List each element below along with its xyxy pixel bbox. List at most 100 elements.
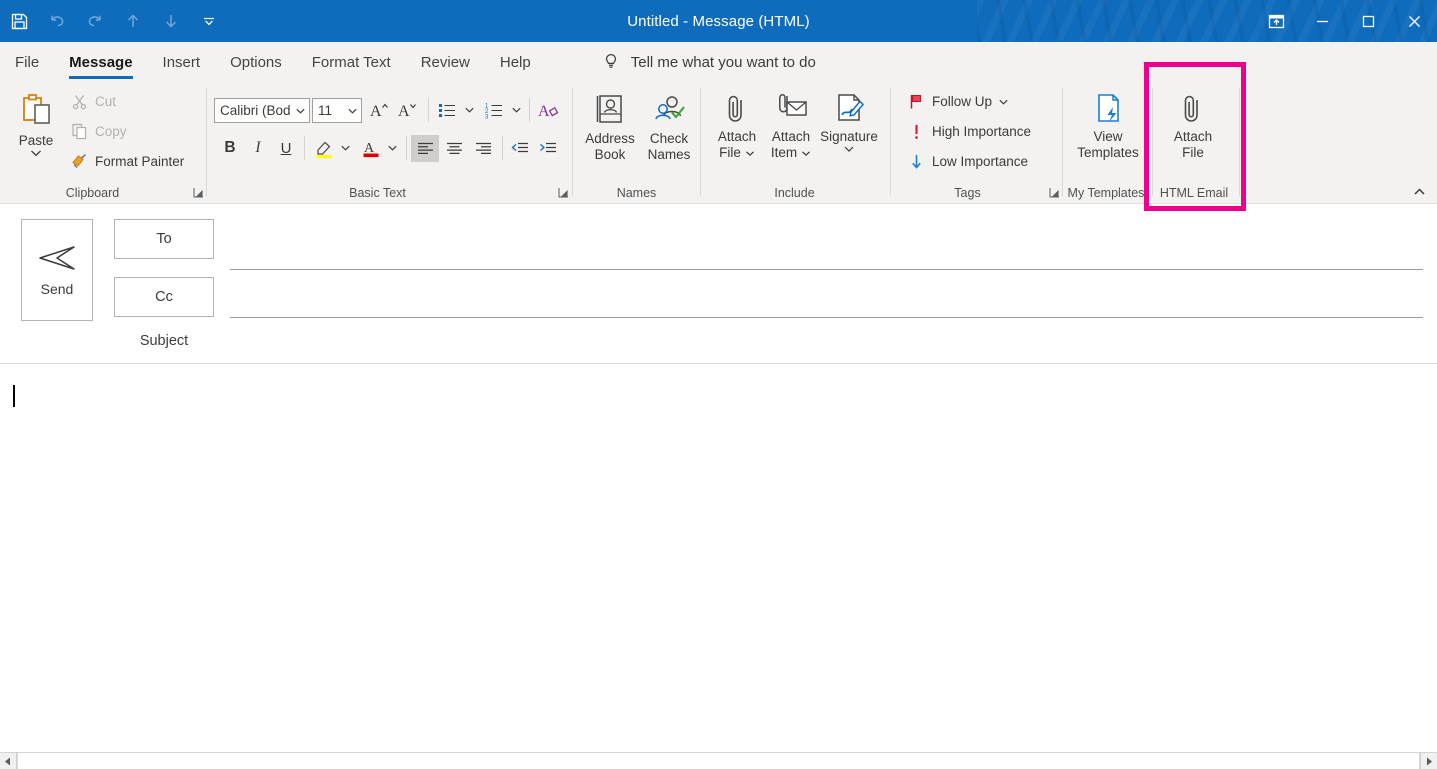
cut-button[interactable]: Cut xyxy=(66,88,120,115)
tab-insert[interactable]: Insert xyxy=(148,42,216,82)
previous-item-icon[interactable] xyxy=(114,1,152,41)
to-field-underline xyxy=(230,269,1423,270)
attach-file-html-email-button[interactable]: Attach File xyxy=(1162,88,1224,180)
message-body[interactable] xyxy=(0,364,1437,752)
italic-button[interactable]: I xyxy=(245,134,271,162)
window-controls xyxy=(1253,0,1437,42)
lightbulb-icon xyxy=(601,52,621,72)
tab-message[interactable]: Message xyxy=(54,42,147,82)
tab-help[interactable]: Help xyxy=(485,42,546,82)
clipboard-dialog-launcher[interactable] xyxy=(190,184,206,200)
save-icon[interactable] xyxy=(0,1,38,41)
collapse-ribbon-button[interactable] xyxy=(1408,182,1430,202)
font-name-chevron-down-icon[interactable] xyxy=(292,107,309,115)
next-item-icon[interactable] xyxy=(152,1,190,41)
group-label-tags: Tags xyxy=(954,185,981,200)
paperclip-icon xyxy=(720,92,754,126)
highlight-chevron-down-icon[interactable] xyxy=(337,134,353,162)
copy-button[interactable]: Copy xyxy=(66,118,131,145)
paste-chevron-down-icon[interactable] xyxy=(29,148,43,158)
attach-item-chevron-down-icon[interactable] xyxy=(801,150,811,157)
cut-icon xyxy=(70,92,89,111)
check-names-button[interactable]: Check Names xyxy=(642,88,696,180)
align-center-button[interactable] xyxy=(440,135,468,162)
subject-input[interactable] xyxy=(231,327,1422,355)
align-right-button[interactable] xyxy=(469,135,497,162)
font-size-combo[interactable]: 11 xyxy=(312,98,362,123)
to-button[interactable]: To xyxy=(114,219,214,259)
tell-me-search[interactable]: Tell me what you want to do xyxy=(601,42,816,82)
ribbon-tab-strip: File Message Insert Options Format Text … xyxy=(0,42,1437,82)
cc-button[interactable]: Cc xyxy=(114,277,214,317)
signature-button[interactable]: Signature xyxy=(817,88,881,180)
low-importance-label: Low Importance xyxy=(932,154,1029,169)
to-label: To xyxy=(156,231,172,247)
font-size-chevron-down-icon[interactable] xyxy=(344,107,361,115)
high-importance-button[interactable]: High Importance xyxy=(903,118,1035,145)
follow-up-button[interactable]: Follow Up xyxy=(903,88,1013,115)
attach-item-label-line1: Attach xyxy=(771,129,811,144)
font-color-chevron-down-icon[interactable] xyxy=(384,134,400,162)
tab-options[interactable]: Options xyxy=(215,42,297,82)
address-book-button[interactable]: Address Book xyxy=(578,88,642,180)
font-color-button[interactable]: A xyxy=(358,134,384,162)
view-templates-icon xyxy=(1091,92,1125,126)
ribbon-display-options-icon[interactable] xyxy=(1253,0,1299,42)
bullets-button[interactable] xyxy=(434,96,460,124)
low-importance-button[interactable]: Low Importance xyxy=(903,148,1032,175)
close-icon[interactable] xyxy=(1391,0,1437,42)
attach-item-button[interactable]: Attach Item xyxy=(762,88,820,180)
redo-icon[interactable] xyxy=(76,1,114,41)
scrollbar-track[interactable] xyxy=(17,753,1420,769)
undo-icon[interactable] xyxy=(38,1,76,41)
follow-up-label: Follow Up xyxy=(932,94,993,109)
horizontal-scrollbar[interactable] xyxy=(0,752,1437,769)
basic-text-dialog-launcher[interactable] xyxy=(555,184,571,200)
format-painter-button[interactable]: Format Painter xyxy=(66,148,188,175)
decrease-indent-button[interactable] xyxy=(506,135,534,162)
to-input[interactable] xyxy=(231,241,1422,269)
highlight-color-button[interactable] xyxy=(310,134,338,162)
send-button[interactable]: Send xyxy=(21,219,93,321)
scroll-right-arrow-icon[interactable] xyxy=(1420,753,1437,769)
scroll-left-arrow-icon[interactable] xyxy=(0,753,17,769)
customize-quick-access-toolbar-icon[interactable] xyxy=(190,1,228,41)
subject-label: Subject xyxy=(139,333,189,349)
shrink-font-button[interactable]: A xyxy=(394,96,420,124)
tab-review[interactable]: Review xyxy=(406,42,485,82)
increase-indent-button[interactable] xyxy=(534,135,562,162)
clear-formatting-button[interactable]: A xyxy=(534,96,562,124)
attach-item-label-line2: Item xyxy=(770,145,798,160)
bold-label: B xyxy=(224,139,236,156)
copy-label: Copy xyxy=(95,124,127,139)
tab-format-text[interactable]: Format Text xyxy=(297,42,406,82)
minimize-icon[interactable] xyxy=(1299,0,1345,42)
check-names-icon xyxy=(651,92,687,128)
grow-font-button[interactable]: A xyxy=(366,96,392,124)
signature-chevron-down-icon[interactable] xyxy=(843,145,855,153)
group-label-names: Names xyxy=(616,185,657,200)
numbering-chevron-down-icon[interactable] xyxy=(508,96,524,124)
follow-up-chevron-down-icon[interactable] xyxy=(998,98,1009,106)
bold-button[interactable]: B xyxy=(217,134,243,162)
underline-button[interactable]: U xyxy=(273,134,299,162)
check-names-label-line2: Names xyxy=(647,147,691,162)
basic-text-separator-4 xyxy=(406,136,407,160)
view-templates-button[interactable]: View Templates xyxy=(1070,88,1146,180)
send-icon xyxy=(36,243,78,273)
message-header-area: Send To Cc Subject xyxy=(0,204,1437,364)
attach-file-chevron-down-icon[interactable] xyxy=(745,150,755,157)
cc-input[interactable] xyxy=(231,289,1422,317)
tags-dialog-launcher[interactable] xyxy=(1046,184,1062,200)
cc-label: Cc xyxy=(155,289,173,305)
maximize-icon[interactable] xyxy=(1345,0,1391,42)
group-label-basic-text: Basic Text xyxy=(349,185,406,200)
numbering-button[interactable]: 123 xyxy=(481,96,507,124)
attach-file-html-email-label-line1: Attach xyxy=(1173,129,1213,144)
align-left-button[interactable] xyxy=(411,135,439,162)
bullets-chevron-down-icon[interactable] xyxy=(461,96,477,124)
tab-file[interactable]: File xyxy=(0,42,54,82)
paste-button[interactable]: Paste xyxy=(10,88,62,180)
font-name-combo[interactable]: Calibri (Bod xyxy=(214,98,310,123)
attach-file-include-button[interactable]: Attach File xyxy=(708,88,766,180)
